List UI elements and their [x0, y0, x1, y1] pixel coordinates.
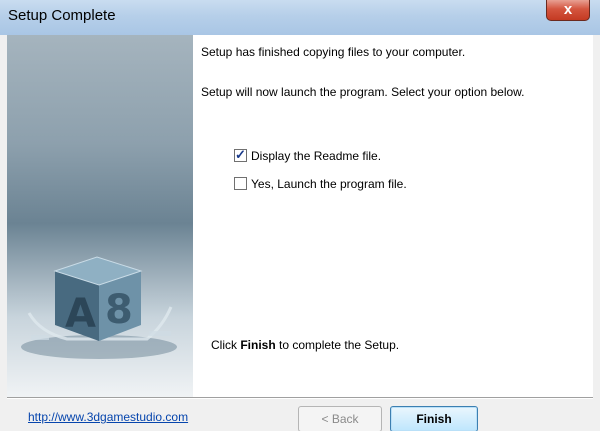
- side-banner: A 8: [7, 35, 193, 397]
- readme-checkbox[interactable]: [234, 147, 247, 163]
- launch-checkbox[interactable]: [234, 177, 247, 190]
- title-bar: Setup Complete x: [0, 0, 600, 35]
- dialog-client: A 8 Setup has finished copying files to …: [7, 35, 593, 431]
- finish-instruction-post: to complete the Setup.: [275, 338, 400, 352]
- website-link[interactable]: http://www.3dgamestudio.com: [28, 410, 188, 424]
- logo-a-glyph: A: [65, 291, 96, 337]
- content-panel: Setup has finished copying files to your…: [193, 35, 593, 397]
- status-line-1: Setup has finished copying files to your…: [201, 45, 466, 59]
- close-icon: x: [563, 1, 573, 18]
- close-button[interactable]: x: [546, 0, 590, 21]
- finish-instruction-pre: Click: [211, 338, 241, 352]
- finish-instruction: Click Finish to complete the Setup.: [211, 338, 399, 352]
- back-button[interactable]: < Back: [298, 406, 382, 431]
- status-line-2: Setup will now launch the program. Selec…: [201, 85, 525, 99]
- window-title: Setup Complete: [8, 7, 116, 24]
- a8-cube-logo: A 8: [21, 256, 177, 359]
- footer-divider: [7, 397, 593, 399]
- launch-label[interactable]: Yes, Launch the program file.: [251, 177, 407, 191]
- finish-button[interactable]: Finish: [390, 406, 478, 431]
- setup-window: Setup Complete x A 8 Setup has finished …: [0, 0, 600, 431]
- logo-8-glyph: 8: [105, 287, 133, 333]
- finish-instruction-bold: Finish: [240, 338, 276, 352]
- readme-label[interactable]: Display the Readme file.: [251, 149, 381, 163]
